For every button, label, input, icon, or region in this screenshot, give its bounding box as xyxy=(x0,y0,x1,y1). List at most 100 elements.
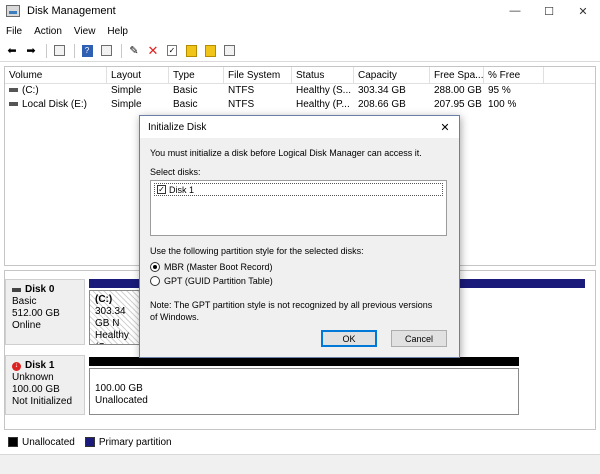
disk-1-name-text: Disk 1 xyxy=(25,360,55,371)
capacity-cell: 208.66 GB xyxy=(358,99,406,110)
dialog-title-bar: Initialize Disk ✕ xyxy=(140,116,459,138)
ok-button[interactable]: OK xyxy=(321,330,377,347)
connect-icon[interactable]: ✎ xyxy=(126,43,142,59)
layout-cell: Simple xyxy=(111,99,142,110)
toolbar: ⬅ ➡ ? ✎ ✕ ✓ xyxy=(0,40,600,62)
layout-cell: Simple xyxy=(111,85,142,96)
file-system-cell: NTFS xyxy=(228,99,255,110)
volume-icon xyxy=(9,102,18,107)
legend-unallocated: Unallocated xyxy=(22,436,75,448)
percent-free-cell: 100 % xyxy=(488,99,517,110)
disk-1-type: Unknown xyxy=(12,372,54,383)
disk-1-unallocated-bar xyxy=(89,357,519,366)
partition-style-label: Use the following partition style for th… xyxy=(150,246,364,256)
disk-1-label[interactable]: ↓ Disk 1 Unknown 100.00 GB Not Initialize… xyxy=(5,355,85,415)
dialog-title: Initialize Disk xyxy=(148,121,207,133)
search-folder-icon[interactable] xyxy=(202,43,218,59)
console-tree-icon[interactable] xyxy=(51,43,67,59)
disk-0-label[interactable]: Disk 0 Basic 512.00 GB Online xyxy=(5,279,85,345)
unallocated-size: 100.00 GB xyxy=(95,383,143,394)
not-initialized-icon: ↓ xyxy=(12,361,21,371)
primary-partition-swatch xyxy=(84,437,95,447)
disk-management-icon xyxy=(6,5,20,17)
status-cell: Healthy (S... xyxy=(296,85,352,96)
column-volume[interactable]: Volume xyxy=(5,67,107,83)
column-percent-free[interactable]: % Free xyxy=(484,67,544,83)
legend-primary-partition: Primary partition xyxy=(98,436,172,448)
minimize-button[interactable]: — xyxy=(498,0,532,22)
disk-1-state: Not Initialized xyxy=(12,396,73,407)
back-arrow-icon[interactable]: ⬅ xyxy=(4,43,20,59)
column-capacity[interactable]: Capacity xyxy=(354,67,430,83)
delete-icon[interactable]: ✕ xyxy=(145,43,161,59)
percent-free-cell: 95 % xyxy=(488,85,511,96)
volume-cell: Local Disk (E:) xyxy=(5,98,107,112)
title-bar: Disk Management — ☐ ✕ xyxy=(0,0,600,22)
disk-0-state: Online xyxy=(12,320,41,331)
menu-view[interactable]: View xyxy=(68,26,102,37)
select-disks-label: Select disks: xyxy=(150,167,201,177)
column-file-system[interactable]: File System xyxy=(224,67,292,83)
maximize-button[interactable]: ☐ xyxy=(532,0,566,22)
mbr-option[interactable]: MBR (Master Boot Record) xyxy=(150,261,449,273)
properties-icon[interactable] xyxy=(98,43,114,59)
close-button[interactable]: ✕ xyxy=(566,0,600,22)
type-cell: Basic xyxy=(173,99,198,110)
volume-name: Local Disk (E:) xyxy=(22,99,88,110)
help-icon[interactable]: ? xyxy=(79,43,95,59)
partition-c[interactable]: (C:) 303.34 GB N Healthy (Sy xyxy=(89,290,145,345)
disk-select-list[interactable]: ✓ Disk 1 xyxy=(150,180,447,236)
column-status[interactable]: Status xyxy=(292,67,354,83)
partition-c-size: 303.34 GB N xyxy=(95,306,126,329)
disk-1-list-label: Disk 1 xyxy=(169,184,195,195)
forward-arrow-icon[interactable]: ➡ xyxy=(23,43,39,59)
menu-action[interactable]: Action xyxy=(28,26,68,37)
table-row[interactable]: Local Disk (E:) Simple Basic NTFS Health… xyxy=(5,98,595,112)
dialog-message: You must initialize a disk before Logica… xyxy=(150,148,422,158)
menu-bar: File Action View Help xyxy=(0,22,600,40)
status-bar xyxy=(0,454,600,474)
disk-1-unallocated-partition[interactable]: 100.00 GB Unallocated xyxy=(89,368,519,415)
table-row[interactable]: (C:) Simple Basic NTFS Healthy (S... 303… xyxy=(5,84,595,98)
volume-cell: (C:) xyxy=(5,84,107,98)
mbr-radio[interactable] xyxy=(150,262,160,272)
legend: Unallocated Primary partition xyxy=(4,434,596,450)
type-cell: Basic xyxy=(173,85,198,96)
partition-c-status: Healthy (Sy xyxy=(95,330,129,344)
gpt-radio[interactable] xyxy=(150,276,160,286)
check-icon[interactable]: ✓ xyxy=(164,43,180,59)
status-cell: Healthy (P... xyxy=(296,99,350,110)
toolbar-separator xyxy=(74,43,75,58)
disk-0-type: Basic xyxy=(12,296,37,307)
menu-help[interactable]: Help xyxy=(101,26,134,37)
mbr-label: MBR (Master Boot Record) xyxy=(164,262,273,272)
dialog-close-icon[interactable]: ✕ xyxy=(437,119,453,135)
menu-file[interactable]: File xyxy=(0,26,28,37)
disk-1-size: 100.00 GB xyxy=(12,384,60,395)
volume-name: (C:) xyxy=(22,85,39,96)
toolbar-separator xyxy=(121,43,122,58)
partition-c-label: (C:) xyxy=(95,294,113,305)
cancel-button[interactable]: Cancel xyxy=(391,330,447,347)
view-icon[interactable] xyxy=(221,43,237,59)
gpt-option[interactable]: GPT (GUID Partition Table) xyxy=(150,275,449,287)
folder-icon[interactable] xyxy=(183,43,199,59)
disk-1-checkbox[interactable]: ✓ xyxy=(157,185,166,194)
column-free-space[interactable]: Free Spa... xyxy=(430,67,484,83)
free-space-cell: 207.95 GB xyxy=(434,99,482,110)
column-type[interactable]: Type xyxy=(169,67,224,83)
disk-0-size: 512.00 GB xyxy=(12,308,60,319)
unallocated-swatch xyxy=(8,437,18,447)
disk-0-name: Disk 0 xyxy=(12,284,78,296)
free-space-cell: 288.00 GB xyxy=(434,85,482,96)
dialog-buttons: OK Cancel xyxy=(307,330,447,347)
disk-1-list-item[interactable]: ✓ Disk 1 xyxy=(154,183,443,196)
unallocated-status: Unallocated xyxy=(95,395,148,406)
disk-icon xyxy=(12,288,21,292)
gpt-label: GPT (GUID Partition Table) xyxy=(164,276,273,286)
disk-1-name: ↓ Disk 1 xyxy=(12,360,78,372)
initialize-disk-dialog: Initialize Disk ✕ You must initialize a … xyxy=(139,115,460,358)
window-controls: — ☐ ✕ xyxy=(498,0,600,22)
column-layout[interactable]: Layout xyxy=(107,67,169,83)
disk-0-name-text: Disk 0 xyxy=(25,284,55,295)
